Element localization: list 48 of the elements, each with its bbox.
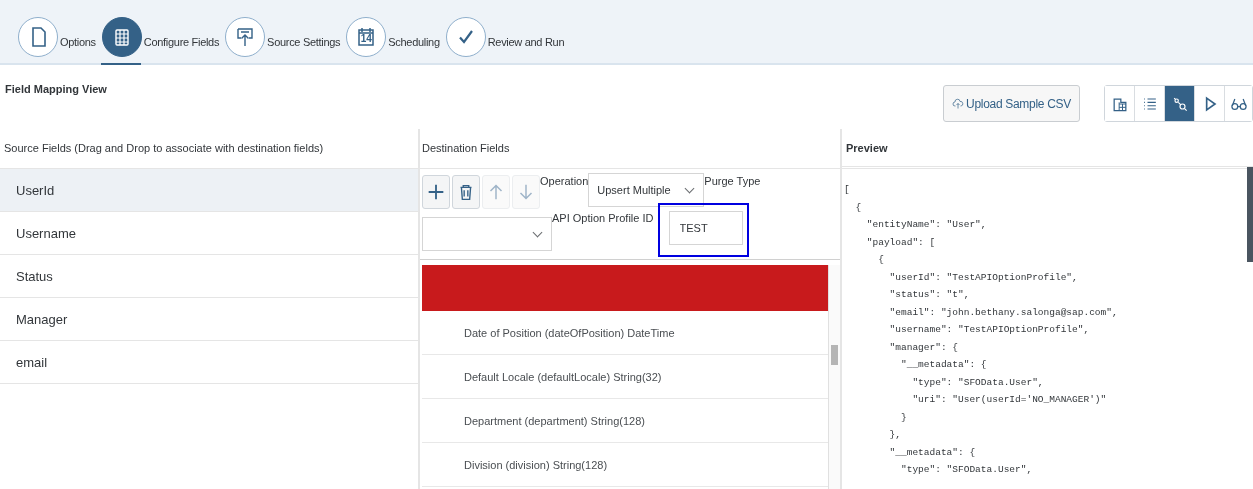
step-label[interactable]: Scheduling <box>388 35 440 48</box>
step-button[interactable] <box>18 16 58 57</box>
profile-id-field[interactable]: TEST <box>668 211 743 245</box>
toolbar-button[interactable] <box>452 175 480 209</box>
toolbar-button[interactable] <box>422 175 450 209</box>
destination-field-row[interactable]: Date of Position (dateOfPosition) DateTime <box>422 311 828 355</box>
step-label[interactable]: Review and Run <box>487 35 565 48</box>
operation-label: Operation <box>540 175 589 187</box>
code-line: "type": "SFOData.User", <box>900 463 1034 477</box>
code-line: "payload": [ <box>865 235 937 250</box>
view-toggle-button[interactable] <box>1165 86 1195 121</box>
destination-field-row[interactable]: Division (division) String(128) <box>422 443 828 487</box>
profile-id-label: API Option Profile ID <box>552 212 654 224</box>
purge-type-label: Purge Type <box>704 175 761 187</box>
column-heading: Preview <box>842 129 1253 169</box>
view-toggle-button[interactable] <box>1105 86 1135 121</box>
code-line: "uri": "User(userId='NO_MANAGER')" <box>911 393 1108 407</box>
step-label[interactable]: Source Settings <box>267 35 341 48</box>
code-line: "__metadata": { <box>888 445 977 460</box>
destination-field-row[interactable]: Default Locale (defaultLocale) String(32) <box>422 355 828 399</box>
source-field-item[interactable]: Status <box>0 255 418 298</box>
code-line: { <box>877 253 885 267</box>
code-line: "username": "TestAPIOptionProfile", <box>888 323 1091 337</box>
code-line: "userId": "TestAPIOptionProfile", <box>888 270 1079 285</box>
active-step-indicator <box>100 63 141 65</box>
code-line: "type": "SFOData.User", <box>911 375 1045 390</box>
code-line: }, <box>888 428 902 442</box>
scrollbar[interactable] <box>828 265 840 489</box>
step-label[interactable]: Configure Fields <box>143 35 220 48</box>
code-line: "__metadata": { <box>900 358 988 372</box>
code-line: "manager": { <box>888 340 960 355</box>
source-field-item[interactable]: Manager <box>0 298 418 341</box>
destination-field-row[interactable]: Department (department) String(128) <box>422 399 828 443</box>
code-line: "entityName": "User", <box>865 218 988 232</box>
code-line: "email": "john.bethany.salonga@sap.com", <box>888 305 1119 320</box>
code-line: { <box>854 200 863 215</box>
code-line: [ <box>844 183 851 197</box>
source-field-item[interactable]: email <box>0 341 418 384</box>
upload-button[interactable]: Upload Sample CSV <box>943 85 1080 122</box>
step-button[interactable]: 14 <box>346 16 387 57</box>
code-line: } <box>900 410 908 425</box>
operation-dropdown[interactable]: Upsert Multiple <box>588 173 705 207</box>
column-heading: Destination Fields <box>420 129 840 169</box>
view-title: Field Mapping View <box>4 82 107 97</box>
code-line: "status": "t", <box>888 288 971 302</box>
source-field-item[interactable]: Username <box>0 212 418 255</box>
source-field-item[interactable]: UserId <box>0 169 418 212</box>
step-label[interactable]: Options <box>60 35 96 48</box>
